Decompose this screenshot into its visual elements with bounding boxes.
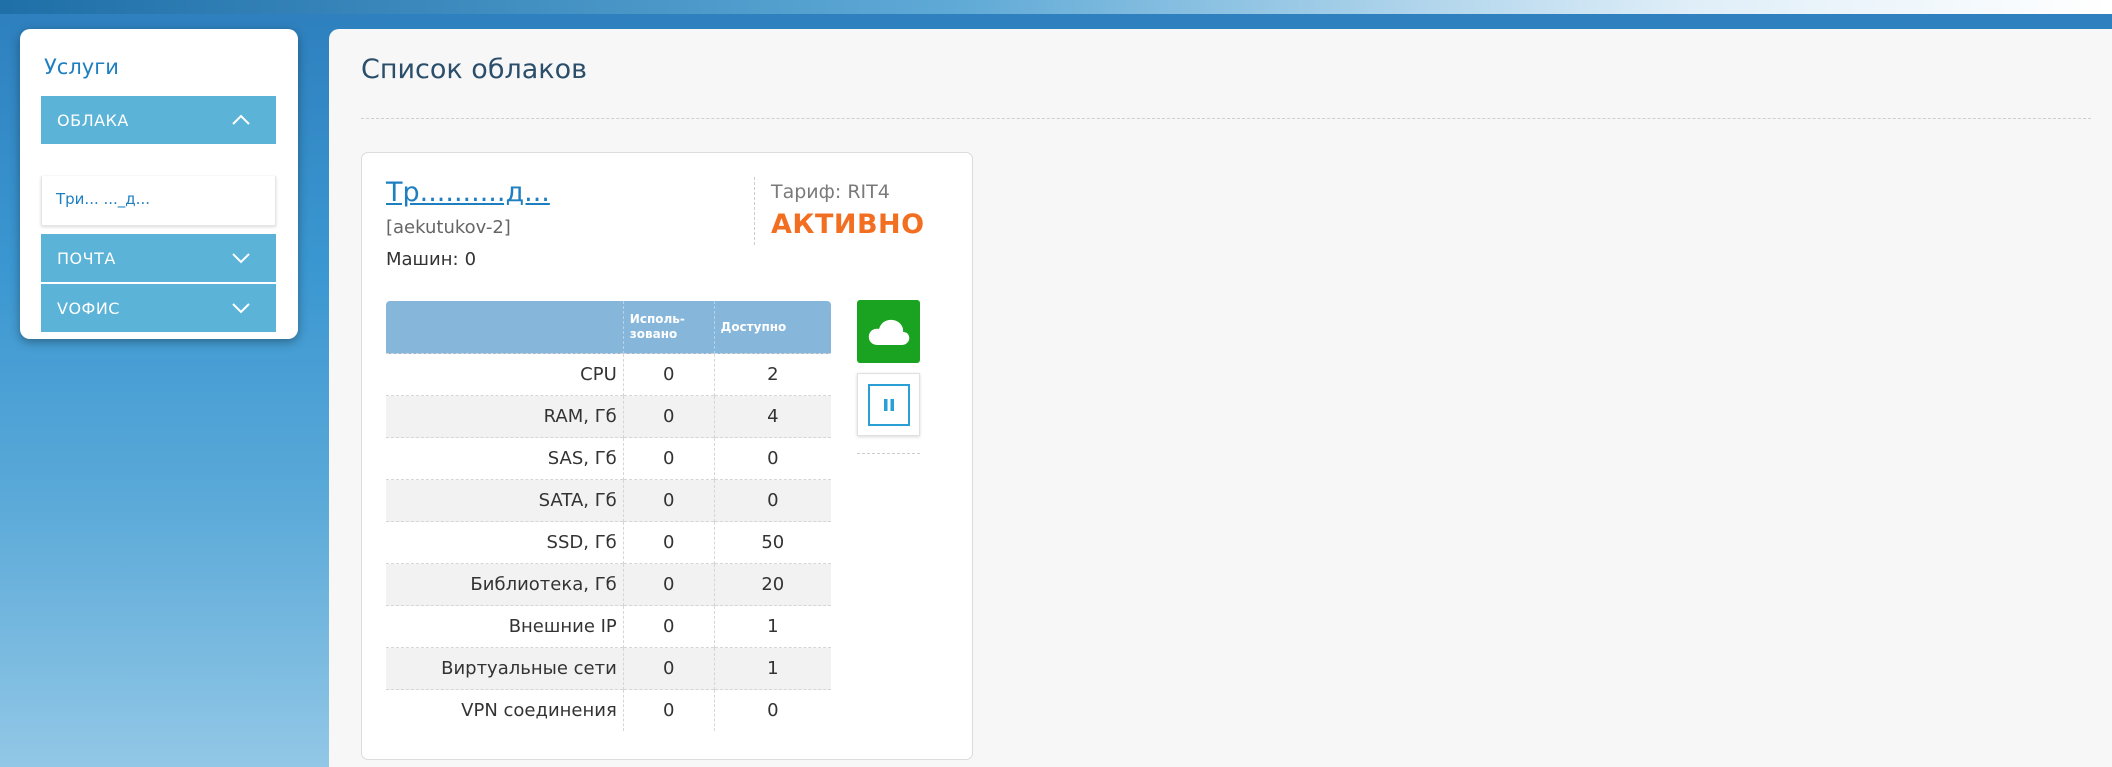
table-row: SAS, Гб 0 0 [386,437,831,480]
resources-table: Исполь- зовано Доступно CPU 0 2 RAM, Гб … [385,300,832,732]
resource-used: 0 [622,563,715,606]
header-used: Исполь- зовано [622,301,715,354]
sidebar-title: Услуги [44,55,119,79]
table-row: RAM, Гб 0 4 [386,395,831,438]
tariff-box: Тариф: RIT4 АКТИВНО [754,177,925,245]
resource-name: Внешние IP [386,605,624,648]
resource-used: 0 [622,353,715,396]
resource-name: CPU [386,353,624,396]
main-panel: Список облаков Тр..........д... [aekutuk… [329,29,2112,767]
menu-clouds-label: ОБЛАКА [57,110,129,130]
resource-name: RAM, Гб [386,395,624,438]
chevron-down-icon [232,253,250,264]
actions-divider [857,453,920,454]
resource-used: 0 [622,647,715,690]
resource-name: SAS, Гб [386,437,624,480]
resource-available: 1 [713,647,831,690]
pause-button-frame [867,383,910,426]
table-row: SATA, Гб 0 0 [386,479,831,522]
header-available: Доступно [713,301,831,354]
cloud-card: Тр..........д... [aekutukov-2] Машин: 0 Т… [361,152,973,760]
table-row: CPU 0 2 [386,353,831,396]
tariff-line: Тариф: RIT4 [771,181,925,203]
resource-available: 50 [713,521,831,564]
resource-name: SATA, Гб [386,479,624,522]
resource-used: 0 [622,521,715,564]
services-sidebar: Услуги ОБЛАКА Три... ..._д... ПОЧТА VОФИ… [20,29,298,339]
resource-name: VPN соединения [386,689,624,731]
resource-available: 20 [713,563,831,606]
resource-available: 2 [713,353,831,396]
pause-button[interactable] [857,373,920,436]
tariff-value: RIT4 [847,181,890,203]
header-name [386,301,624,354]
resource-used: 0 [622,479,715,522]
resource-available: 0 [713,689,831,731]
resource-name: SSD, Гб [386,521,624,564]
table-row: VPN соединения 0 0 [386,689,831,731]
cloud-id: [aekutukov-2] [386,217,511,238]
tariff-label: Тариф: [771,181,842,203]
chevron-up-icon [232,114,250,125]
machines-value: 0 [464,249,477,270]
resource-used: 0 [622,689,715,731]
cloud-name-link[interactable]: Тр..........д... [386,177,550,208]
resource-name: Библиотека, Гб [386,563,624,606]
table-header-row: Исполь- зовано Доступно [386,301,831,354]
menu-voffice-label: VОФИС [57,298,120,318]
cloud-link[interactable]: Три... ..._д... [56,190,150,208]
page-title: Список облаков [361,54,588,85]
resource-available: 4 [713,395,831,438]
cloud-console-button[interactable] [857,300,920,363]
pause-icon [883,398,894,411]
resource-available: 0 [713,479,831,522]
menu-clouds-submenu: Три... ..._д... [41,176,276,226]
status-badge: АКТИВНО [771,209,925,240]
menu-mail[interactable]: ПОЧТА [41,234,276,282]
menu-clouds[interactable]: ОБЛАКА [41,96,276,144]
title-divider [361,118,2091,119]
table-row: Библиотека, Гб 0 20 [386,563,831,606]
menu-voffice[interactable]: VОФИС [41,284,276,332]
table-row: SSD, Гб 0 50 [386,521,831,564]
resource-available: 1 [713,605,831,648]
resource-used: 0 [622,605,715,648]
cloud-icon [868,319,909,345]
resource-used: 0 [622,395,715,438]
table-row: Внешние IP 0 1 [386,605,831,648]
top-bar [0,0,2112,14]
machines-label: Машин: [386,249,459,270]
table-row: Виртуальные сети 0 1 [386,647,831,690]
resource-name: Виртуальные сети [386,647,624,690]
header-used-label: Исполь- зовано [629,312,685,341]
resource-used: 0 [622,437,715,480]
menu-mail-label: ПОЧТА [57,248,116,268]
resource-available: 0 [713,437,831,480]
machines-count: Машин: 0 [386,249,476,270]
chevron-down-icon [232,303,250,314]
